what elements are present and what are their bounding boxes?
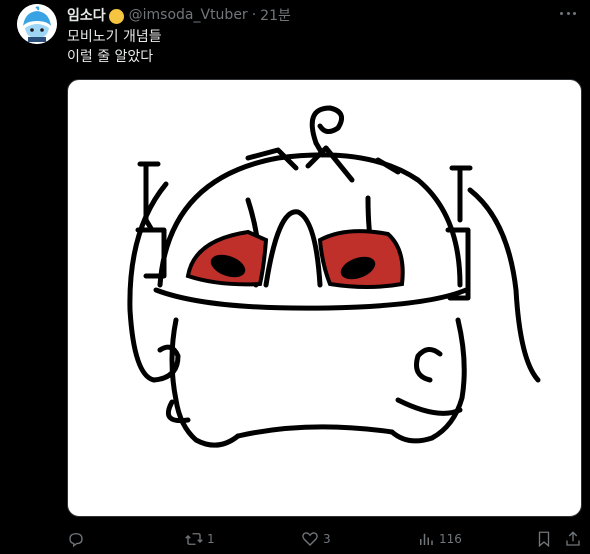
like-icon <box>302 532 318 546</box>
like-count: 3 <box>323 532 331 546</box>
views-icon <box>420 533 433 545</box>
bookmark-icon <box>538 531 550 548</box>
separator-dot: · <box>251 7 257 23</box>
share-button[interactable] <box>564 528 582 550</box>
post-text: 모비노기 개념들 이럴 줄 알았다 <box>67 27 162 67</box>
reply-button[interactable] <box>67 528 89 550</box>
post-text-line-2: 이럴 줄 알았다 <box>67 49 154 65</box>
bookmark-button[interactable] <box>535 528 553 550</box>
action-bar: 1 3 116 <box>67 528 582 550</box>
views-count: 116 <box>439 532 462 546</box>
post[interactable]: 임소다 @imsoda_Vtuber · 21분 모비노기 개념들 이럴 줄 알… <box>0 0 590 554</box>
repost-button[interactable]: 1 <box>185 528 215 550</box>
author-handle[interactable]: @imsoda_Vtuber <box>129 7 248 23</box>
like-button[interactable]: 3 <box>301 528 331 550</box>
share-icon <box>566 531 580 546</box>
repost-icon <box>185 533 203 545</box>
views-button[interactable]: 116 <box>417 528 462 550</box>
verified-badge-icon <box>108 8 124 24</box>
post-header: 임소다 @imsoda_Vtuber · 21분 <box>67 5 291 25</box>
avatar-image <box>17 4 57 44</box>
post-image[interactable] <box>67 79 582 517</box>
doodle-drawing <box>127 105 541 448</box>
more-icon[interactable] <box>560 7 576 19</box>
post-time[interactable]: 21분 <box>260 5 291 25</box>
repost-count: 1 <box>207 532 215 546</box>
post-text-line-1: 모비노기 개념들 <box>67 29 162 45</box>
avatar[interactable] <box>17 4 57 44</box>
reply-icon <box>69 533 83 548</box>
author-name[interactable]: 임소다 <box>67 5 106 25</box>
